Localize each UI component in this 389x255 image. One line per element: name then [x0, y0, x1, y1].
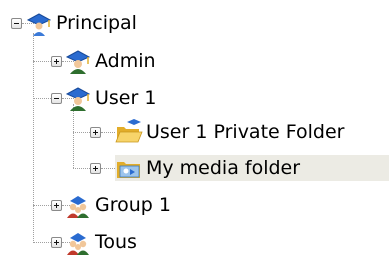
media-folder-icon: [115, 155, 143, 181]
collapse-icon[interactable]: [11, 18, 22, 29]
tree-line: [33, 33, 34, 243]
tree-node-principal[interactable]: Principal: [25, 10, 141, 36]
user-icon: [25, 10, 53, 36]
expand-icon[interactable]: [51, 237, 62, 248]
expand-icon[interactable]: [90, 163, 101, 174]
tree-node-label: My media folder: [146, 157, 301, 179]
tree-line: [33, 205, 51, 206]
expand-icon[interactable]: [51, 56, 62, 67]
collapse-icon[interactable]: [51, 93, 62, 104]
tree-line: [73, 104, 74, 168]
tree-node-group-1[interactable]: Group 1: [64, 192, 175, 218]
tree-node-private-folder[interactable]: User 1 Private Folder: [115, 119, 348, 145]
tree-node-user-1[interactable]: User 1: [64, 85, 160, 111]
tree-line: [33, 98, 51, 99]
group-icon: [64, 192, 92, 218]
open-folder-icon: [115, 119, 143, 145]
expand-icon[interactable]: [51, 200, 62, 211]
tree-line: [101, 168, 115, 169]
tree-node-label: User 1 Private Folder: [146, 121, 345, 143]
tree-line: [73, 168, 90, 169]
tree-line: [73, 132, 90, 133]
tree-view[interactable]: Principal Admin User 1 User 1 Private Fo…: [0, 0, 389, 255]
tree-node-label: Principal: [56, 12, 137, 34]
tree-line: [33, 242, 51, 243]
tree-node-tous[interactable]: Tous: [64, 229, 141, 255]
tree-node-label: Admin: [95, 50, 156, 72]
tree-line: [33, 61, 51, 62]
user-icon: [64, 85, 92, 111]
group-icon: [64, 229, 92, 255]
tree-node-label: User 1: [95, 87, 157, 109]
tree-node-label: Tous: [95, 231, 137, 253]
tree-node-media-folder[interactable]: My media folder: [115, 155, 389, 181]
tree-node-admin[interactable]: Admin: [64, 48, 160, 74]
expand-icon[interactable]: [90, 127, 101, 138]
tree-line: [101, 132, 115, 133]
tree-node-label: Group 1: [95, 194, 171, 216]
user-icon: [64, 48, 92, 74]
